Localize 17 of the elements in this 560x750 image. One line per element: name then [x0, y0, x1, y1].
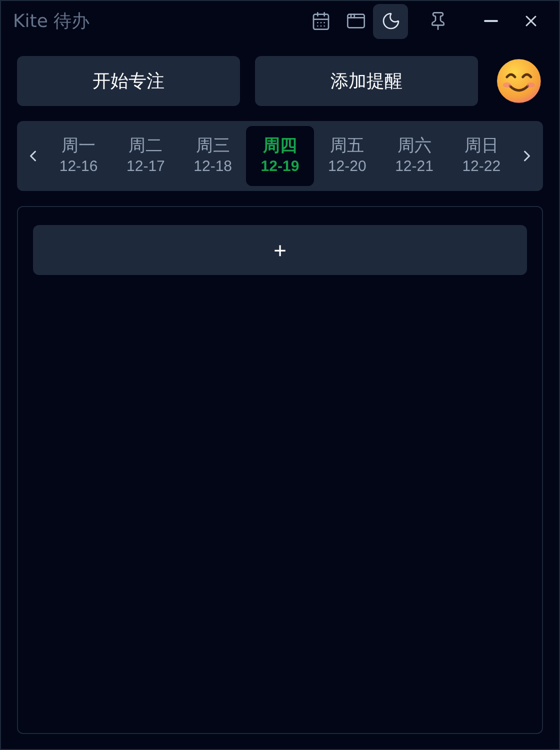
add-task-button[interactable]: + — [33, 225, 527, 275]
day-tab[interactable]: 周四 12-19 — [246, 126, 314, 186]
day-tab[interactable]: 周一 12-16 — [45, 126, 112, 186]
day-tab[interactable]: 周日 12-22 — [448, 126, 515, 186]
day-tab[interactable]: 周五 12-20 — [314, 126, 381, 186]
day-tab[interactable]: 周二 12-17 — [112, 126, 180, 186]
action-button[interactable]: 开始专注 — [17, 56, 240, 106]
moon-icon — [380, 11, 400, 31]
day-tab[interactable]: 周六 12-21 — [380, 126, 448, 186]
action-button[interactable]: 添加提醒 — [255, 56, 478, 106]
window-title: Kite 待办 — [13, 10, 90, 34]
moon-button[interactable] — [373, 4, 408, 38]
day-tab[interactable]: 周三 12-18 — [179, 126, 246, 186]
minimize-icon — [484, 20, 498, 22]
calendar-icon — [310, 11, 330, 31]
window-icon — [346, 11, 366, 31]
smiling-face-icon — [495, 57, 543, 105]
